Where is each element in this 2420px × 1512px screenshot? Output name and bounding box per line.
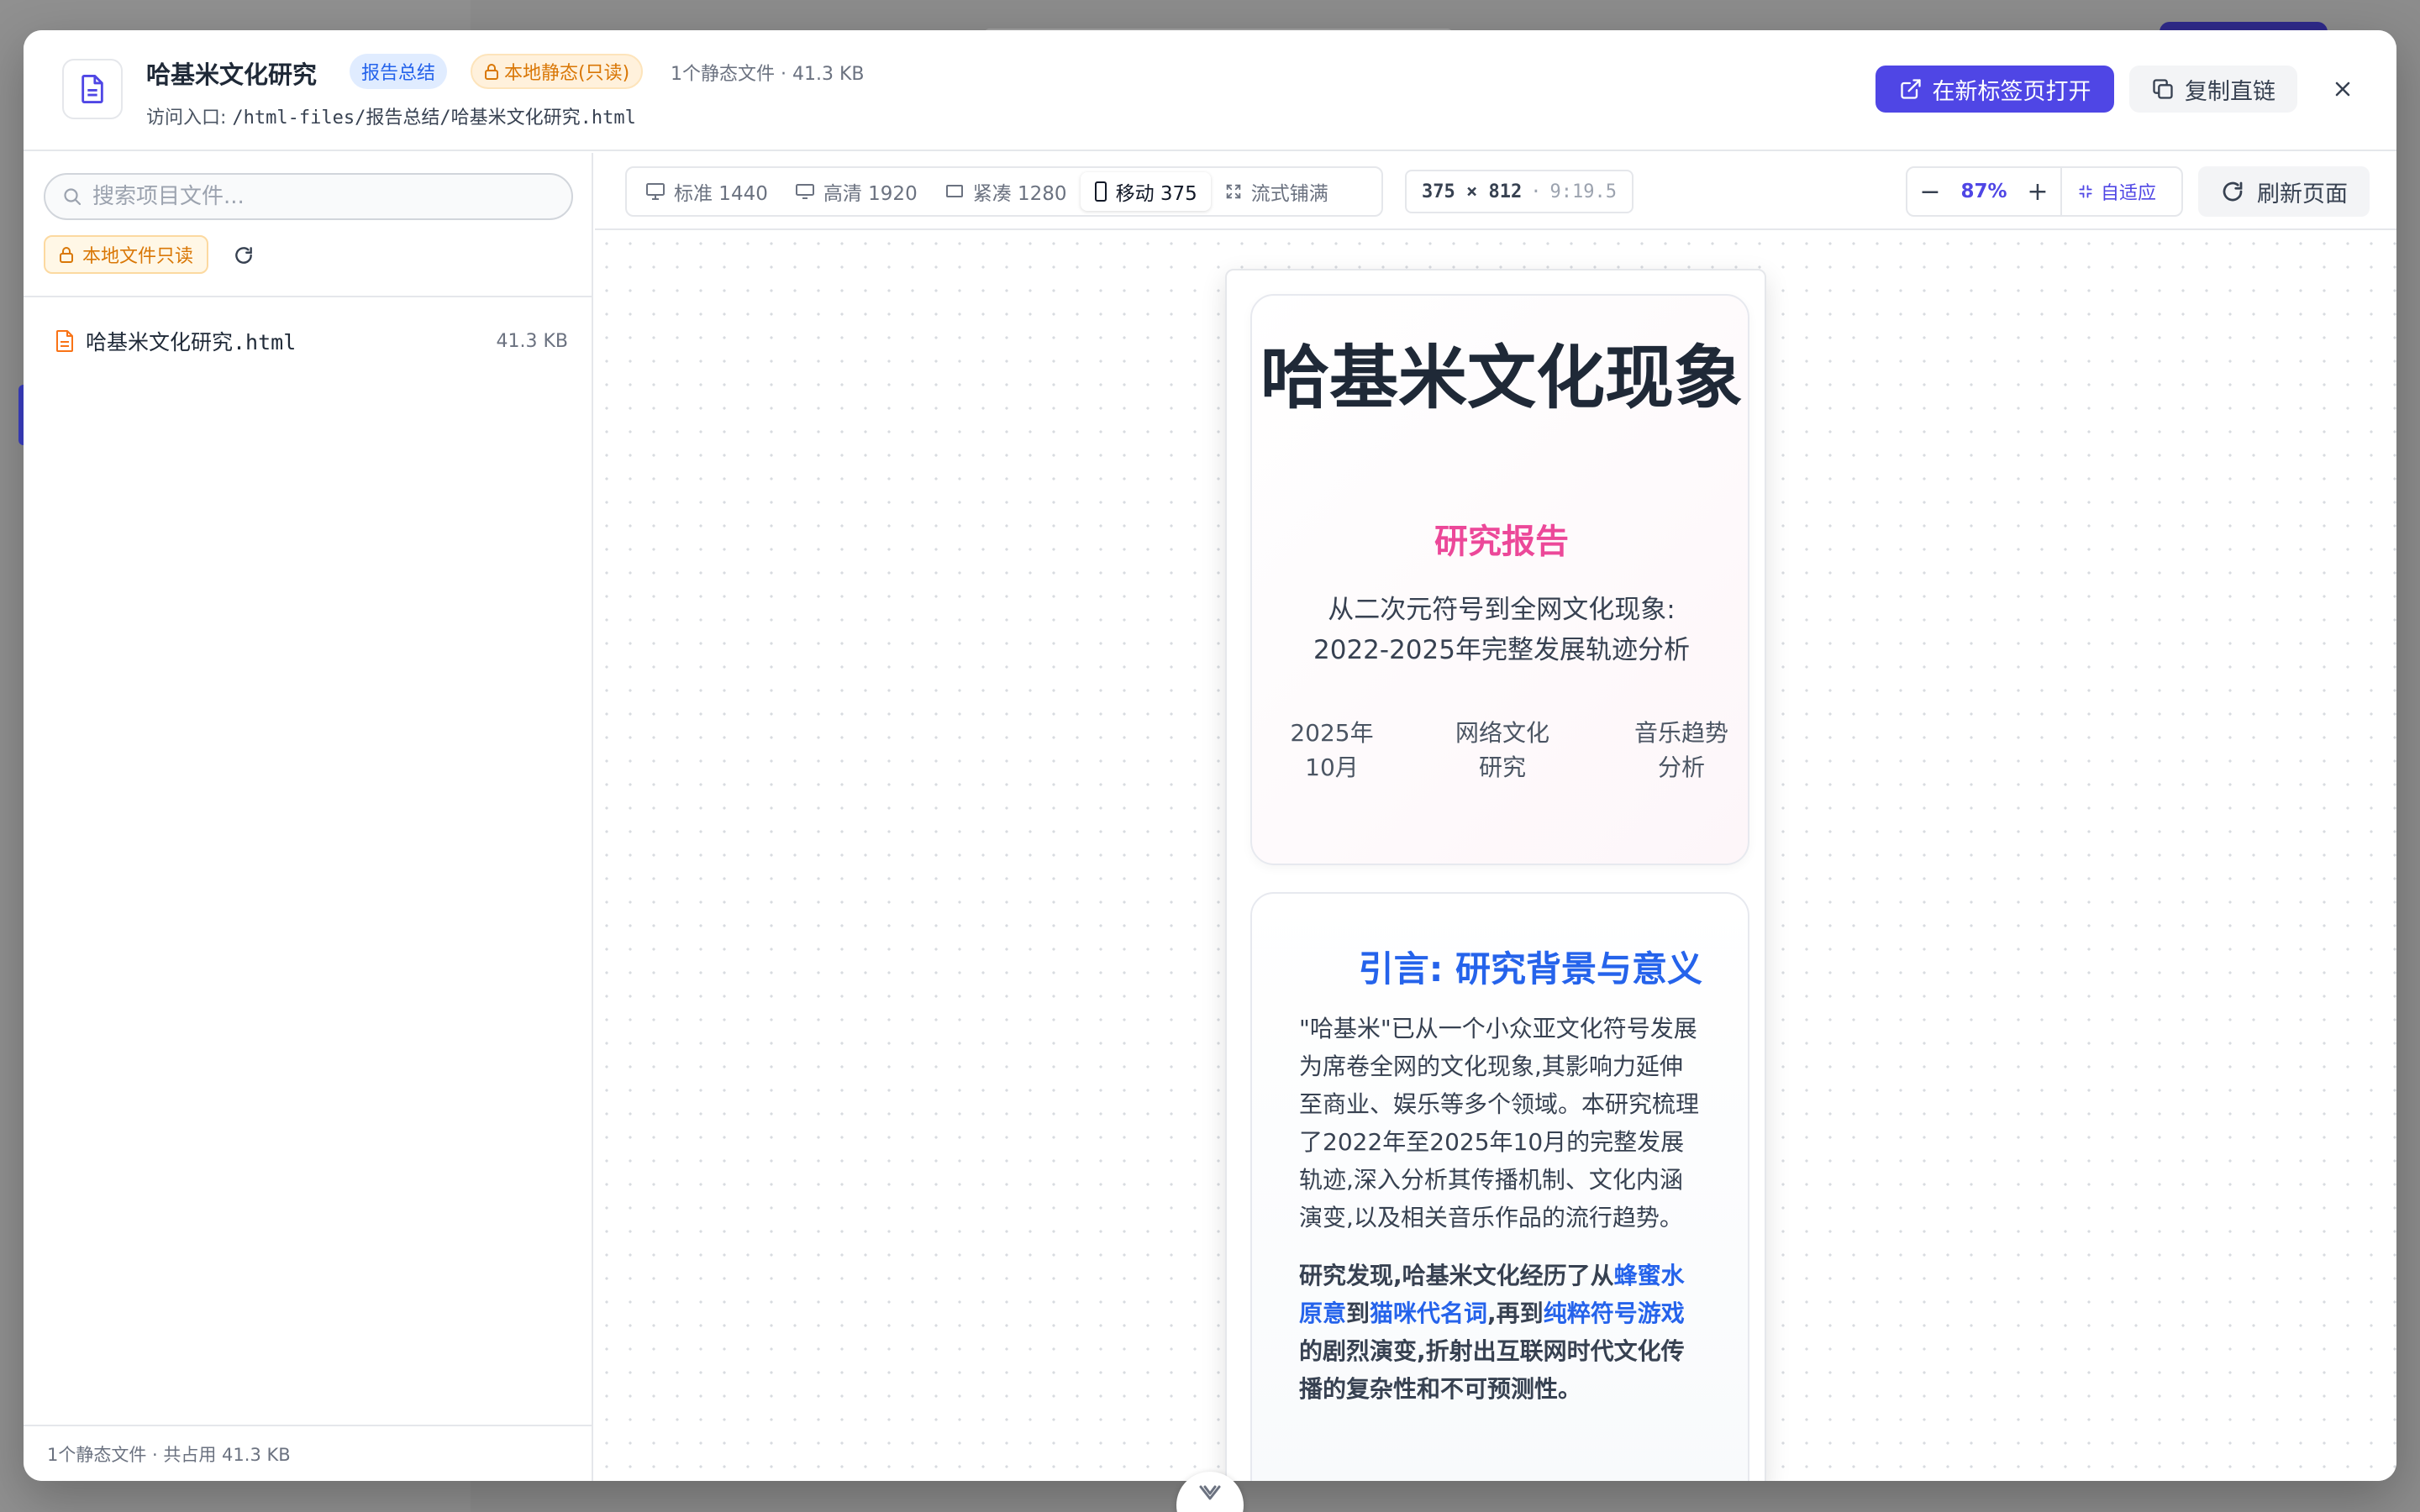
findings-text: ,再到 [1487,1299,1544,1327]
dims-separator: · [1530,181,1542,202]
search-input[interactable] [92,184,563,209]
search-icon [64,188,82,206]
viewport-standard[interactable]: 标准 1440 [632,172,781,211]
html-file-icon [56,330,73,352]
findings-text: 研究发现,哈基米文化经历了从 [1299,1262,1614,1289]
monitor-icon [795,184,814,199]
reload-page-button[interactable]: 刷新页面 [2198,166,2370,217]
hero-meta-date: 2025年10月 [1290,719,1374,781]
category-badge: 报告总结 [350,54,448,89]
hero-meta-topic: 音乐趋势分析 [1634,719,1728,781]
zoom-out-button[interactable]: − [1907,168,1953,215]
document-icon [62,59,123,119]
mobile-device-frame[interactable]: 哈基米文化现象 研究报告 从二次元符号到全网文化现象: 2022-2025年完整… [1225,269,1766,1481]
hero-meta-field: 网络文化研究 [1455,719,1549,781]
zoom-level: 87% [1960,181,2007,202]
viewport-mobile[interactable]: 移动 375 [1080,172,1211,211]
intro-card: 引言: 研究背景与意义 "哈基米"已从一个小众亚文化符号发展为席卷全网的文化现象… [1250,892,1749,1481]
viewport-standard-label: 标准 1440 [674,183,768,205]
entry-label: 访问入口: [146,108,233,129]
refresh-icon [2223,181,2243,202]
viewport-switcher: 标准 1440 高清 1920 紧凑 1280 移动 375 流式铺满 [625,166,1383,217]
readonly-badge: 本地文件只读 [44,235,209,274]
preview-canvas: 哈基米文化现象 研究报告 从二次元符号到全网文化现象: 2022-2025年完整… [595,232,2396,1481]
reload-page-label: 刷新页面 [2257,181,2348,207]
viewport-mobile-label: 移动 375 [1115,183,1197,205]
desktop-icon [646,183,665,200]
open-new-tab-button[interactable]: 在新标签页打开 [1876,66,2114,113]
viewport-fluid-label: 流式铺满 [1250,183,1328,205]
copy-icon [2153,79,2173,99]
findings-paragraph: 研究发现,哈基米文化经历了从蜂蜜水原意到猫咪代名词,再到纯粹符号游戏的剧烈演变,… [1299,1257,1702,1408]
external-link-icon [1900,79,1921,99]
findings-text: 到 [1346,1299,1370,1327]
file-size: 41.3 KB [496,330,569,352]
hero-title: 哈基米文化现象 [1260,339,1743,418]
hero-meta: 2025年10月 网络文化研究 音乐趋势分析 [1286,716,1736,785]
viewport-hd[interactable]: 高清 1920 [781,172,931,211]
file-sidebar: 本地文件只读 哈基米文化研究.html 41.3 KB 1个静态文件 · 共占用… [24,153,593,1481]
hero-subtitle: 研究报告 [1434,522,1569,561]
hero-description: 从二次元符号到全网文化现象: 2022-2025年完整发展轨迹分析 [1313,595,1690,665]
viewport-dimensions: 375 × 812 · 9:19.5 [1405,170,1634,213]
fit-label: 自适应 [2101,183,2157,204]
sidebar-footer: 1个静态文件 · 共占用 41.3 KB [24,1425,592,1481]
lock-icon [60,247,73,263]
open-new-tab-label: 在新标签页打开 [1932,78,2091,105]
file-meta: 1个静态文件 · 41.3 KB [671,64,865,85]
shrink-icon [2079,185,2092,198]
viewport-ratio: 9:19.5 [1549,181,1617,202]
close-button[interactable] [2326,72,2360,106]
file-list-item[interactable]: 哈基米文化研究.html 41.3 KB [40,319,583,363]
copy-link-button[interactable]: 复制直链 [2129,66,2297,113]
preview-toolbar: 标准 1440 高清 1920 紧凑 1280 移动 375 流式铺满 375 … [595,153,2396,230]
readonly-label: 本地文件只读 [82,246,194,267]
intro-heading: 引言: 研究背景与意义 [1358,948,1702,990]
viewport-compact-label: 紧凑 1280 [972,183,1067,205]
viewport-compact[interactable]: 紧凑 1280 [931,172,1081,211]
viewport-size: 375 × 812 [1422,181,1523,202]
expand-icon [1226,184,1241,199]
fit-button[interactable]: 自适应 [2060,168,2171,215]
file-name: 哈基米文化研究.html [86,330,297,354]
findings-text: 的剧烈演变,折射出互联网时代文化传播的复杂性和不可预测性。 [1299,1337,1685,1403]
intro-paragraph: "哈基米"已从一个小众亚文化符号发展为席卷全网的文化现象,其影响力延伸至商业、娱… [1299,1015,1700,1231]
viewport-hd-label: 高清 1920 [823,183,918,205]
access-badge-label: 本地静态(只读) [504,63,630,84]
search-box[interactable] [44,173,573,220]
sidebar-divider [24,296,592,297]
laptop-icon [945,185,963,197]
close-icon [2335,81,2350,97]
hero-card: 哈基米文化现象 研究报告 从二次元符号到全网文化现象: 2022-2025年完整… [1250,294,1749,865]
refresh-files-button[interactable] [230,242,257,269]
viewport-fluid[interactable]: 流式铺满 [1211,172,1342,211]
lock-icon [485,64,498,80]
zoom-in-button[interactable]: + [2015,168,2060,215]
highlight-term: 纯粹符号游戏 [1543,1299,1685,1327]
chevron-down-icon [1199,1485,1221,1500]
entry-path: 访问入口: /html-files/报告总结/哈基米文化研究.html [146,102,636,129]
modal-title: 哈基米文化研究 [146,60,318,89]
modal-header: 哈基米文化研究 报告总结 本地静态(只读) 1个静态文件 · 41.3 KB 访… [24,30,2396,151]
access-badge: 本地静态(只读) [471,54,644,89]
file-preview-modal: 哈基米文化研究 报告总结 本地静态(只读) 1个静态文件 · 41.3 KB 访… [24,30,2396,1481]
entry-path-value: /html-files/报告总结/哈基米文化研究.html [232,108,636,129]
copy-link-label: 复制直链 [2185,78,2275,105]
zoom-control: − 87% + 自适应 [1906,166,2183,217]
refresh-icon [235,247,252,264]
highlight-term: 猫咪代名词 [1370,1299,1488,1327]
phone-icon [1094,181,1107,202]
